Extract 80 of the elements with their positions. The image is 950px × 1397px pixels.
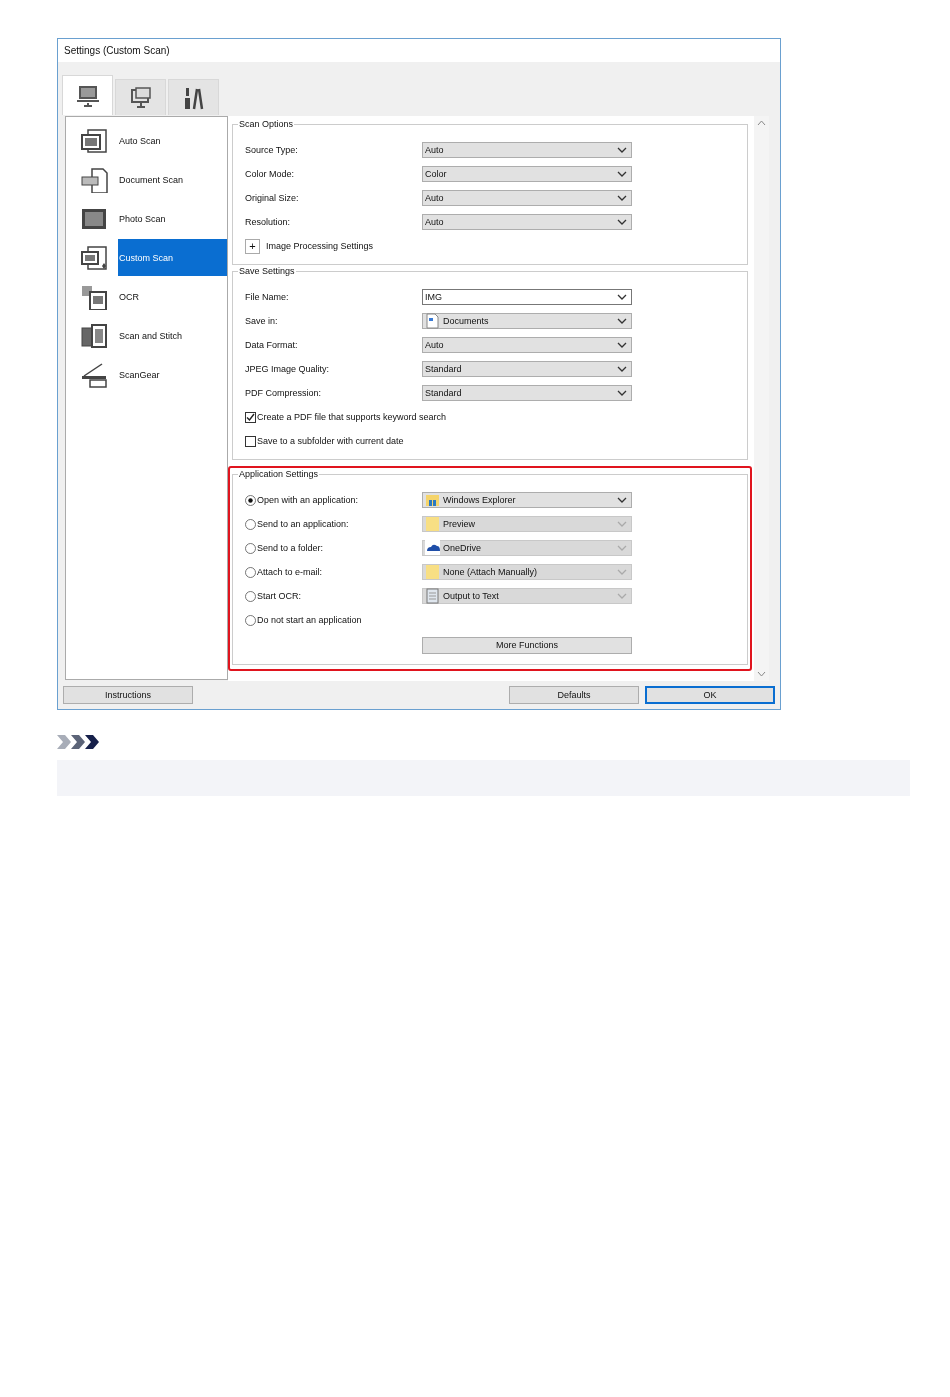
dropdown[interactable]: Windows Explorer [422,492,632,508]
field-label: Source Type: [245,145,299,155]
folder-icon [425,564,440,580]
radio-label: Start OCR: [257,591,301,601]
sidebar-item[interactable]: Custom Scan [118,239,227,276]
cloud-icon [425,540,440,556]
document-icon [80,166,108,193]
dropdown[interactable]: Auto [422,214,632,230]
dialog-button[interactable]: Defaults [509,686,639,704]
dropdown[interactable]: Standard [422,385,632,401]
chevron-icon [617,171,627,177]
dropdown[interactable]: Color [422,166,632,182]
dropdown[interactable]: Auto [422,337,632,353]
radio-label: Send to an application: [257,519,349,529]
dropdown[interactable]: Standard [422,361,632,377]
chevron-icon [617,366,627,372]
chevron-icon [617,318,627,324]
radio-label: Open with an application: [257,495,359,505]
radio-label: Do not start an application [257,615,362,625]
chevron-icon [617,545,627,551]
field-label: Save in: [245,316,279,326]
documents-icon [80,127,108,154]
documents-icon [80,244,108,271]
dropdown[interactable]: Documents [422,313,632,329]
combo-input[interactable]: IMG [422,289,632,305]
dialog-button[interactable]: OK [645,686,775,704]
scroll-down-icon [757,671,766,677]
chevron-icon [617,569,627,575]
folder-icon [425,492,440,508]
chevron-icon [617,521,627,527]
radio-label: Attach to e-mail: [257,567,323,577]
chevron-icon [617,147,627,153]
chevron-icon [617,294,627,300]
field-label: Original Size: [245,193,300,203]
computer-icon [74,83,101,108]
sidebar-item[interactable]: Auto Scan [118,122,227,159]
chevron-icon [617,390,627,396]
chevron-icon [617,195,627,201]
sidebar-item[interactable]: Photo Scan [118,200,227,237]
stitched-pages-icon [80,322,108,349]
documents-icon [80,283,108,310]
scroll-up-icon [757,120,766,126]
group-title: Application Settings [238,469,320,479]
field-label: File Name: [245,292,290,302]
folder-icon [425,516,440,532]
chevron-icon [617,342,627,348]
sidebar-item[interactable]: OCR [118,278,227,315]
dialog-button[interactable]: Instructions [63,686,193,704]
radio-label: Send to a folder: [257,543,324,553]
sidebar-item[interactable]: Document Scan [118,161,227,198]
sidebar-item[interactable]: ScanGear [118,356,227,393]
chevron-icon [617,593,627,599]
document-icon [425,313,440,329]
group-title: Save Settings [238,266,296,276]
field-label: Color Mode: [245,169,296,179]
dropdown[interactable]: Auto [422,142,632,158]
group-title: Scan Options [238,119,295,129]
field-label: Resolution: [245,217,292,227]
checkbox[interactable] [245,411,256,423]
chevron-icon [617,497,627,503]
dropdown[interactable]: Auto [422,190,632,206]
sidebar-item[interactable]: Scan and Stitch [118,317,227,354]
tab[interactable] [168,79,219,115]
section-label: Image Processing Settings [266,241,374,251]
tab[interactable] [115,79,166,115]
chevron-icon [617,219,627,225]
tab[interactable] [62,75,113,115]
field-label: PDF Compression: [245,388,323,398]
scrollbar[interactable] [754,116,769,681]
checkbox-label: Create a PDF file that supports keyword search [257,412,447,422]
radio-button[interactable] [245,494,256,506]
text-document-icon [425,588,440,604]
radio-button[interactable] [245,614,256,626]
more-functions-button[interactable]: More Functions [422,636,632,654]
window-title: Settings (Custom Scan) [64,45,170,56]
field-label: JPEG Image Quality: [245,364,331,374]
checkbox-label: Save to a subfolder with current date [257,436,404,446]
checkbox[interactable] [245,435,256,447]
field-label: Data Format: [245,340,299,350]
expand-button[interactable]: + [245,238,260,254]
